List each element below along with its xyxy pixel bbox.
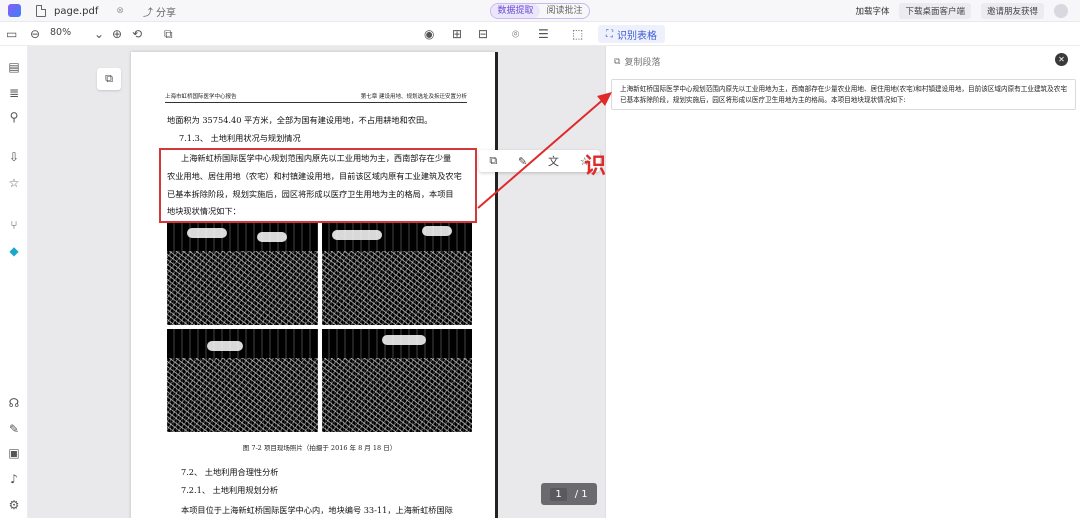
mode-read-annotate[interactable]: 阅读批注 — [540, 4, 589, 18]
scan-icon: ⛶ — [606, 28, 613, 40]
site-photo — [167, 329, 318, 432]
page-header: 上海市虹桥国际医学中心报告 第七章 建设用地、规划选址及拆迁安置分析 — [165, 92, 467, 103]
invite-friends-button[interactable]: 邀请朋友获得 — [980, 3, 1044, 19]
page-line: 地面积为 35754.40 平方米，全部为国有建设用地，不占用耕地和农田。 — [167, 115, 433, 125]
photo-caption: 图 7-2 项目现场照片（拍摄于 2016 年 8 月 18 日） — [242, 444, 397, 452]
page-navigator[interactable]: 1 / 1 — [541, 483, 597, 505]
pdf-file-icon — [36, 5, 46, 17]
speaker-icon[interactable]: ♪ — [7, 472, 21, 486]
selection-toolbar: ⧉ ✎ 文 ☆ — [479, 150, 600, 172]
pen-icon[interactable]: ✎ — [518, 155, 527, 168]
app-logo[interactable] — [8, 4, 21, 17]
outline-icon[interactable]: ≣ — [7, 86, 21, 100]
annotation-label: 识别完整且准确 — [584, 154, 605, 179]
selection-highlight[interactable] — [159, 148, 477, 223]
document-tab[interactable]: page.pdf ⊗ — [36, 2, 124, 20]
close-tab-icon[interactable]: ⊗ — [116, 6, 124, 16]
title-bar: page.pdf ⊗ ⤴ 分享 数据提取 阅读批注 加载字体 下载桌面客户端 邀… — [0, 0, 1080, 22]
zoom-level[interactable]: 80% — [50, 27, 71, 38]
book-icon[interactable]: ▣ — [7, 446, 21, 460]
eye-icon[interactable]: ◉ — [424, 26, 434, 42]
branch-icon[interactable]: ⑂ — [7, 218, 21, 232]
close-icon[interactable]: ✕ — [1055, 53, 1068, 66]
split-view-icon[interactable]: ⧉ — [164, 26, 173, 42]
settings-gear-icon[interactable]: ⚙ — [7, 498, 21, 512]
search-icon[interactable]: ⚲ — [7, 110, 21, 124]
rotate-icon[interactable]: ⟲ — [132, 26, 142, 42]
copy-icon[interactable]: ⧉ — [489, 154, 497, 168]
copy-icon: ⧉ — [614, 56, 621, 67]
list-icon[interactable]: ☰ — [538, 26, 549, 42]
section-heading: 7.1.3、 土地利用状况与规划情况 — [179, 133, 301, 143]
mode-switch: 数据提取 阅读批注 — [490, 3, 590, 19]
document-canvas[interactable]: ⧉ 上海市虹桥国际医学中心报告 第七章 建设用地、规划选址及拆迁安置分析 地面积… — [28, 46, 605, 518]
site-photo — [321, 222, 472, 325]
translate-icon[interactable]: 文 — [548, 153, 559, 169]
document-icon[interactable]: ▤ — [7, 60, 21, 74]
star-icon[interactable]: ☆ — [7, 176, 21, 190]
page-edge — [495, 52, 498, 518]
share-label: 分享 — [156, 8, 176, 19]
left-sidebar: ▤ ≣ ⚲ ⇩ ☆ ⑂ ◆ ☊ ✎ ▣ ♪ ⚙ — [0, 46, 28, 518]
copy-paragraph-button[interactable]: ⧉ 复制段落 — [614, 55, 661, 69]
screenshot-icon[interactable]: ⌾ — [512, 26, 519, 42]
download-client-button[interactable]: 下载桌面客户端 — [899, 3, 971, 19]
top-right-actions: 加载字体 下载桌面客户端 邀请朋友获得 — [855, 3, 1068, 19]
site-photo — [167, 222, 318, 325]
table-add-icon[interactable]: ⊞ — [452, 26, 462, 42]
total-pages: / 1 — [574, 488, 588, 500]
copy-paragraph-label: 复制段落 — [624, 58, 661, 68]
header-left: 上海市虹桥国际医学中心报告 — [165, 94, 237, 100]
copy-page-icon[interactable]: ⧉ — [97, 68, 121, 90]
share-button[interactable]: ⤴ 分享 — [143, 4, 176, 19]
table-remove-icon[interactable]: ⊟ — [478, 26, 488, 42]
header-right: 第七章 建设用地、规划选址及拆迁安置分析 — [360, 94, 467, 100]
section-heading: 7.2、 土地利用合理性分析 — [181, 467, 279, 477]
zoom-in-icon[interactable]: ⊕ — [112, 26, 122, 42]
result-panel: ⧉ 复制段落 ✕ 上海新虹桥国际医学中心规划范围内原先以工业用地为主，西南部存在… — [605, 46, 1080, 518]
recognize-table-label: 识别表格 — [617, 30, 657, 42]
site-photo — [321, 329, 472, 432]
mode-data-extract[interactable]: 数据提取 — [491, 4, 540, 18]
section-heading: 7.2.1、 土地利用规划分析 — [181, 485, 279, 495]
page-line: 本项目位于上海新虹桥国际医学中心内，地块编号 33-11，上海新虹桥国际 — [181, 505, 453, 515]
user-avatar-icon[interactable] — [1054, 4, 1068, 18]
pdf-page[interactable]: 上海市虹桥国际医学中心报告 第七章 建设用地、规划选址及拆迁安置分析 地面积为 … — [131, 52, 495, 518]
download-icon[interactable]: ⇩ — [7, 150, 21, 164]
select-area-icon[interactable]: ⬚ — [572, 26, 583, 42]
toolbar: ▭ ⊖ 80% ⌄ ⊕ ⟲ ⧉ ◉ ⊞ ⊟ ⌾ ☰ ⬚ ⛶ 识别表格 — [0, 22, 1080, 46]
document-name: page.pdf — [54, 5, 99, 17]
load-font-link[interactable]: 加载字体 — [855, 5, 889, 17]
share-icon: ⤴ — [143, 8, 153, 19]
edit-note-icon[interactable]: ✎ — [7, 422, 21, 436]
photo-grid — [167, 222, 472, 432]
current-page[interactable]: 1 — [550, 487, 567, 501]
headset-icon[interactable]: ☊ — [7, 396, 21, 410]
chevron-down-icon[interactable]: ⌄ — [94, 26, 104, 42]
extracted-text-box[interactable]: 上海新虹桥国际医学中心规划范围内原先以工业用地为主，西南部存在少量农业用地、居住… — [611, 79, 1076, 110]
recognize-table-button[interactable]: ⛶ 识别表格 — [598, 25, 665, 43]
assistant-icon[interactable]: ◆ — [7, 244, 21, 258]
zoom-out-icon[interactable]: ⊖ — [30, 26, 40, 42]
folder-icon[interactable]: ▭ — [6, 26, 17, 42]
